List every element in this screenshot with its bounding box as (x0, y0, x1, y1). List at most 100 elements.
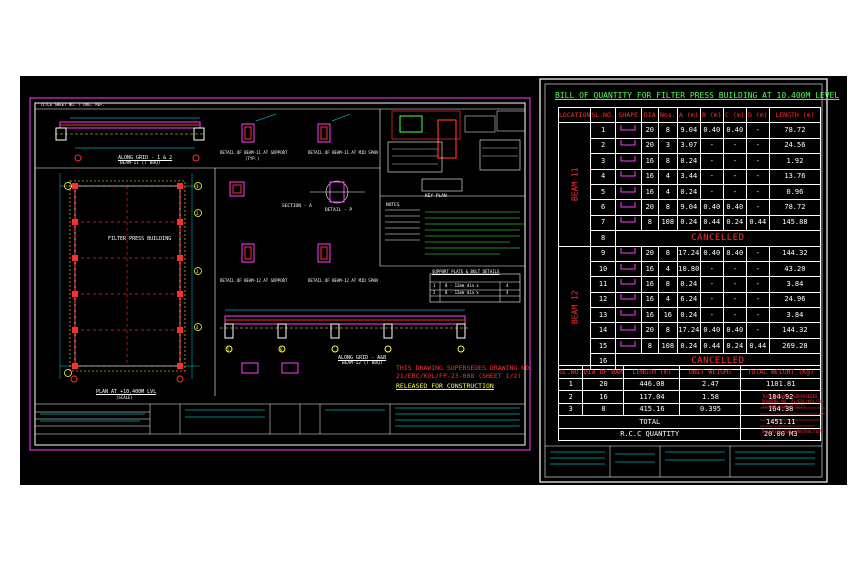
summary-label-cell: TOTAL (557, 415, 742, 429)
d-cell: 0.44 (745, 337, 770, 355)
released-for-construction-stamp: RELEASED FOR CONSTRUCTION (396, 382, 494, 390)
nos-cell: 8 (657, 276, 678, 293)
length-cell: 3.84 (768, 276, 822, 293)
d-cell: - (745, 260, 770, 278)
sl-no-cell: 3 (590, 153, 616, 170)
mini-table-row-2-qty: 4 (506, 290, 509, 295)
bar-shape-icon (620, 202, 636, 208)
boq-row: 2 20 3 3.07- - -24.56 (559, 137, 822, 155)
col-nos: Nos. (657, 106, 678, 124)
notes-title: NOTES (386, 203, 400, 208)
summary-cell: 2 (557, 390, 584, 404)
grid-bubble-4: 4 (196, 325, 199, 330)
boq-row: BEAM 11 1 20 8 9.04 0.40 0.40-78.72 (558, 122, 822, 247)
supersedes-note-line2: 21/ERC/KOL/FP-23-008 (SHEET 1/2) (396, 372, 522, 380)
summary-cell: 0.395 (679, 402, 742, 416)
grid-bubble-5: 5 (227, 347, 230, 352)
dia-cell: 16 (640, 183, 659, 201)
d-cell: - (745, 307, 770, 324)
sl-no-cell: 15 (590, 337, 616, 355)
b-cell: - (699, 307, 724, 324)
sl-no-cell: 1 (590, 122, 616, 139)
boq-row: 11 16 8 0.24- - -3.84 (559, 276, 822, 293)
bar-shape-icon (620, 155, 636, 162)
bar-shape-icon (620, 140, 636, 146)
summary-cell: 16 (582, 390, 625, 404)
header-strip: TITLE SHEET NO. / DRG. REF. (40, 102, 106, 107)
summary-cell: 446.08 (623, 377, 681, 391)
b-cell: 0.44 (699, 337, 724, 355)
supersedes-note-line1: THIS DRAWING SUPERSEDES DRAWING NO. (396, 364, 533, 372)
d-cell: - (745, 137, 770, 155)
filter-building-label: FILTER PRESS BUILDING (108, 236, 172, 242)
sl-no-cell: 7 (590, 214, 616, 232)
shape-cell (614, 307, 642, 324)
sum-col-length: LENGTH (m) (623, 365, 681, 379)
nos-cell: 8 (657, 122, 678, 139)
bar-shape-icon (620, 294, 636, 300)
dia-cell: 8 (640, 214, 659, 232)
cad-drawing-canvas[interactable]: TITLE SHEET NO. / DRG. REF. ALONG GRID -… (20, 76, 847, 485)
cancelled-label: CANCELLED (614, 230, 822, 247)
summary-cell: 3 (557, 402, 584, 416)
a-cell: 9.04 (676, 199, 701, 216)
d-cell: - (745, 276, 770, 293)
dia-cell: 20 (640, 199, 659, 216)
view-subtitle-top: BEAM-11 (T BOQ) (120, 161, 161, 166)
plan-subtitle: (SCALE) (116, 395, 133, 400)
b-cell: 0.44 (699, 214, 724, 232)
right-released-note: RELEASED FOR CONSTRUCTION (762, 429, 823, 434)
c-cell: 0.24 (722, 214, 747, 232)
d-cell: - (745, 245, 770, 262)
nos-cell: 8 (657, 199, 678, 216)
sl-no-cell: 6 (590, 199, 616, 216)
boq-row: 14 20 8 17.24 0.40 0.40-144.32 (559, 322, 822, 339)
boq-row: 3 16 8 0.24- - -1.92 (559, 153, 822, 170)
c-cell: 0.40 (722, 199, 747, 216)
boq-row: 15 8 108 0.24 0.44 0.24 0.44 269.28 (559, 337, 822, 355)
shape-cell (614, 276, 642, 293)
length-cell: 78.72 (768, 122, 822, 139)
sl-no-cell: 10 (590, 260, 616, 278)
beam-group-label: BEAM 12 (558, 246, 591, 370)
sl-no-cell: 2 (590, 137, 616, 155)
mini-table-row-1-no: 1 (433, 283, 436, 288)
nos-cell: 108 (657, 337, 678, 355)
c-cell: - (722, 276, 747, 293)
sum-col-unit-weight: UNIT WEIGHT (679, 365, 742, 379)
mini-table-row-1-qty: 4 (506, 283, 509, 288)
boq-row: 7 8 108 0.24 0.44 0.24 0.44 145.88 (559, 214, 822, 232)
beam-group-label: BEAM 11 (558, 122, 591, 247)
nos-cell: 8 (657, 322, 678, 339)
col-d: D (m) (745, 106, 770, 124)
length-cell: 3.84 (768, 307, 822, 324)
col-a: A (m) (676, 106, 701, 124)
a-cell: 9.04 (676, 122, 701, 139)
length-cell: 24.96 (768, 291, 822, 309)
sum-col-dia: DIA OF BAR (582, 365, 625, 379)
nos-cell: 4 (657, 260, 678, 278)
shape-cell (614, 199, 642, 216)
sl-no-cell: 13 (590, 307, 616, 324)
boq-row: 13 16 16 0.24- - -3.84 (559, 307, 822, 324)
boq-row: BEAM 12 9 20 8 17.24 0.40 0.40-144.32 (558, 245, 822, 370)
sl-no-cell: 4 (590, 168, 616, 185)
length-cell: 78.72 (768, 199, 822, 216)
bar-shape-icon (620, 309, 636, 316)
dia-cell: 16 (640, 307, 659, 324)
sl-no-cell: 5 (590, 183, 616, 201)
c-cell: - (722, 260, 747, 278)
dia-cell: 20 (640, 137, 659, 155)
d-cell: 0.44 (745, 214, 770, 232)
a-cell: 3.44 (676, 168, 701, 185)
c-cell: 0.40 (722, 322, 747, 339)
shape-cell (614, 122, 642, 139)
nos-cell: 4 (657, 291, 678, 309)
along-grid-ab-subtitle: BEAM-12 (T BOQ) (342, 361, 383, 366)
dia-cell: 16 (640, 260, 659, 278)
length-cell: 145.88 (768, 214, 822, 232)
length-cell: 13.76 (768, 168, 822, 185)
d-cell: - (745, 291, 770, 309)
boq-row: 5 16 4 0.24- - -0.96 (559, 183, 822, 201)
summary-row: 1 20 446.08 2.47 1101.81 (557, 377, 821, 391)
